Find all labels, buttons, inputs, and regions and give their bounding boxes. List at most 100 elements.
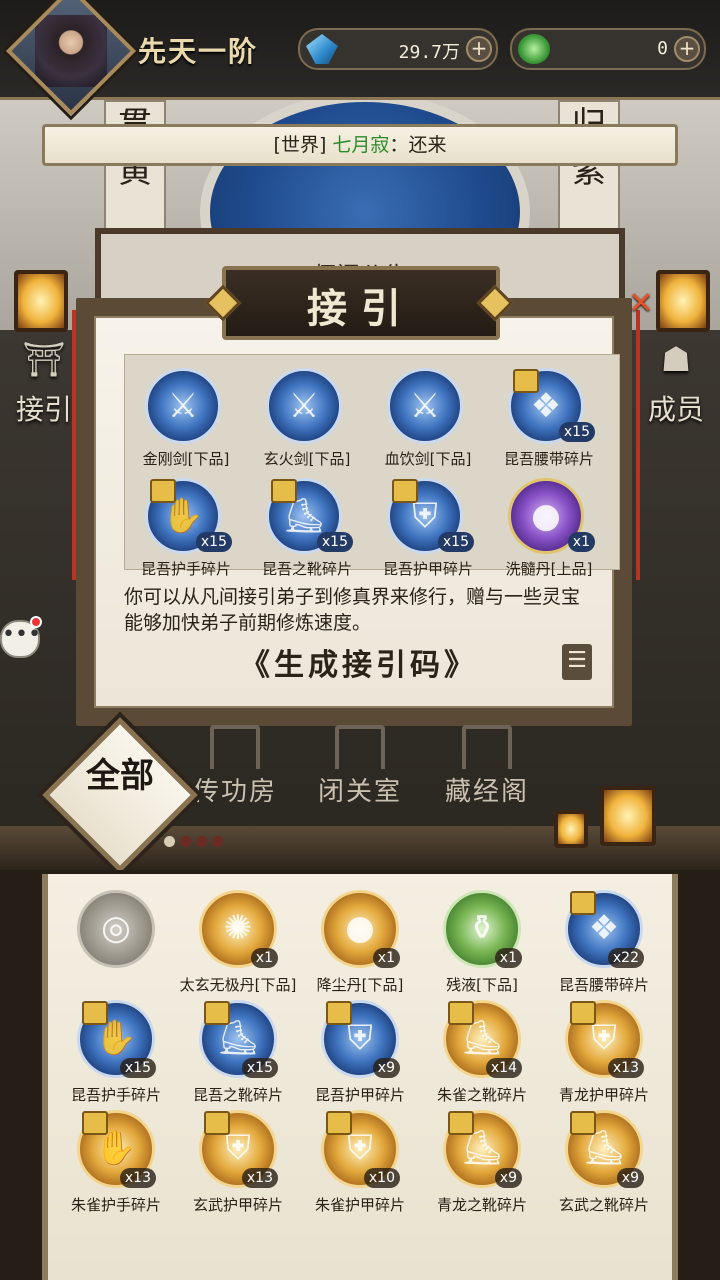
player-avatar[interactable] xyxy=(5,0,137,117)
item-name: 血饮剑[下品] xyxy=(384,450,472,468)
item-name: 昆吾护手碎片 xyxy=(140,560,231,578)
puzzle-piece-icon xyxy=(570,891,596,915)
item-name: 太玄无极丹[下品] xyxy=(179,976,297,994)
item-count: x9 xyxy=(494,1168,522,1188)
item-count: x9 xyxy=(616,1168,644,1188)
add-spirit-stone-button[interactable]: + xyxy=(466,36,492,62)
reward-item[interactable]: ⛸ x15 昆吾之靴碎片 xyxy=(247,472,367,580)
item-name: 昆吾之靴碎片 xyxy=(261,560,352,578)
reward-item[interactable]: ❖ x15 昆吾腰带碎片 xyxy=(489,362,609,470)
top-bar: 先天一阶 29.7万 + 0 + xyxy=(0,0,720,117)
item-count: x13 xyxy=(241,1168,278,1188)
jade-value: 0 xyxy=(657,38,668,59)
item-name: 青龙之靴碎片 xyxy=(436,1196,527,1214)
inventory-item[interactable]: ⛸ x15 昆吾之靴碎片 xyxy=(178,996,298,1104)
item-count: x15 xyxy=(558,422,595,442)
puzzle-piece-icon xyxy=(570,1111,596,1135)
reward-item[interactable]: ⚔ 玄火剑[下品] xyxy=(247,362,367,470)
item-name: 洗髓丹[上品] xyxy=(505,560,593,578)
reward-item[interactable]: ● x1 洗髓丹[上品] xyxy=(489,472,609,580)
reward-item[interactable]: ⛨ x15 昆吾护甲碎片 xyxy=(368,472,488,580)
inventory-item[interactable]: ✺ x1 太玄无极丹[下品] xyxy=(178,886,298,994)
puzzle-piece-icon xyxy=(392,479,418,503)
inventory-item[interactable]: ⛸ x14 朱雀之靴碎片 xyxy=(422,996,542,1104)
item-name: 昆吾之靴碎片 xyxy=(192,1086,283,1104)
inventory-item[interactable]: ✋ x15 昆吾护手碎片 xyxy=(56,996,176,1104)
inventory-item[interactable]: ⛨ x10 朱雀护甲碎片 xyxy=(300,1106,420,1214)
item-count: x1 xyxy=(372,948,400,968)
calligraphy-scroll-left: 贯黄 xyxy=(104,100,166,235)
puzzle-piece-icon xyxy=(448,1111,474,1135)
tab-skill-room[interactable]: 传功房 xyxy=(180,725,290,810)
world-chat-banner[interactable]: [世界] 七月寂：还来 xyxy=(42,124,678,166)
item-name: 昆吾腰带碎片 xyxy=(558,976,649,994)
page-dot xyxy=(212,836,223,847)
avatar-portrait xyxy=(35,15,107,87)
reward-item[interactable]: ✋ x15 昆吾护手碎片 xyxy=(126,472,246,580)
inventory-item[interactable]: ⛨ x13 青龙护甲碎片 xyxy=(544,996,664,1104)
generate-code-button[interactable]: 《生成接引码》 xyxy=(232,640,486,686)
recruit-side-label: 接引 xyxy=(15,393,72,426)
item-name: 玄武之靴碎片 xyxy=(558,1196,649,1214)
tab-label: 传功房 xyxy=(192,777,277,807)
puzzle-piece-icon xyxy=(326,1001,352,1025)
lantern-icon xyxy=(600,786,656,846)
inventory-item[interactable]: ⛨ x9 昆吾护甲碎片 xyxy=(300,996,420,1104)
puzzle-piece-icon xyxy=(448,1001,474,1025)
jade-counter: 0 + xyxy=(510,28,706,70)
inventory-item[interactable]: ✋ x13 朱雀护手碎片 xyxy=(56,1106,176,1214)
inventory-item[interactable]: ⛸ x9 玄武之靴碎片 xyxy=(544,1106,664,1214)
list-icon[interactable]: ☰ xyxy=(562,644,592,680)
item-name: 玄火剑[下品] xyxy=(263,450,351,468)
recruit-side-button[interactable]: ⛩ 接引 xyxy=(4,340,84,430)
chat-separator: ： xyxy=(389,134,409,156)
tab-label: 藏经阁 xyxy=(444,777,529,807)
close-icon[interactable]: ✕ xyxy=(626,289,656,320)
item-name: 残液[下品] xyxy=(446,976,518,994)
reward-item[interactable]: ⚔ 金刚剑[下品] xyxy=(126,362,246,470)
inventory-item[interactable]: ● x1 降尘丹[下品] xyxy=(300,886,420,994)
dialog-title: 接引 xyxy=(307,285,415,332)
puzzle-piece-icon xyxy=(204,1001,230,1025)
item-count: x1 xyxy=(494,948,522,968)
members-side-button[interactable]: ☗ 成员 xyxy=(636,340,716,430)
item-count: x22 xyxy=(607,948,644,968)
item-icon: ⚔ xyxy=(266,368,342,444)
item-name: 朱雀护甲碎片 xyxy=(314,1196,405,1214)
inventory-item[interactable]: ◎ xyxy=(56,886,176,994)
all-button-label: 全部 xyxy=(86,756,154,796)
item-count: x14 xyxy=(485,1058,522,1078)
reward-item[interactable]: ⚔ 血饮剑[下品] xyxy=(368,362,488,470)
spirit-stone-value: 29.7万 xyxy=(398,42,460,63)
calligraphy-scroll-right: 归紫 xyxy=(558,100,620,235)
item-count: x15 xyxy=(195,532,232,552)
recruit-description: 你可以从凡间接引弟子到修真界来修行，赠与一些灵宝能够加快弟子前期修炼速度。 xyxy=(124,586,581,634)
item-name: 朱雀护手碎片 xyxy=(70,1196,161,1214)
building-icon xyxy=(335,725,385,769)
inventory-item[interactable]: ⛨ x13 玄武护甲碎片 xyxy=(178,1106,298,1214)
item-name: 昆吾护甲碎片 xyxy=(382,560,473,578)
tab-label: 闭关室 xyxy=(317,777,402,807)
tab-retreat-room[interactable]: 闭关室 xyxy=(305,725,415,810)
inventory-item[interactable]: ⚱ x1 残液[下品] xyxy=(422,886,542,994)
item-icon: ⚔ xyxy=(387,368,463,444)
item-name: 青龙护甲碎片 xyxy=(558,1086,649,1104)
add-jade-button[interactable]: + xyxy=(674,36,700,62)
members-icon: ☗ xyxy=(660,340,692,380)
puzzle-piece-icon xyxy=(82,1111,108,1135)
puzzle-piece-icon xyxy=(271,479,297,503)
inventory-item[interactable]: ⛸ x9 青龙之靴碎片 xyxy=(422,1106,542,1214)
chat-sender[interactable]: 七月寂 xyxy=(332,134,389,156)
puzzle-piece-icon xyxy=(204,1111,230,1135)
dialog-header: 接引 xyxy=(222,266,500,340)
page-dot-active xyxy=(164,836,175,847)
puzzle-piece-icon xyxy=(326,1111,352,1135)
inventory-item[interactable]: ❖ x22 昆吾腰带碎片 xyxy=(544,886,664,994)
item-count: x15 xyxy=(119,1058,156,1078)
item-icon: ⚔ xyxy=(145,368,221,444)
item-count: x15 xyxy=(316,532,353,552)
item-name: 昆吾腰带碎片 xyxy=(503,450,594,468)
item-glyph-icon: ⚔ xyxy=(288,386,320,426)
item-count: x15 xyxy=(437,532,474,552)
tab-library[interactable]: 藏经阁 xyxy=(432,725,542,810)
